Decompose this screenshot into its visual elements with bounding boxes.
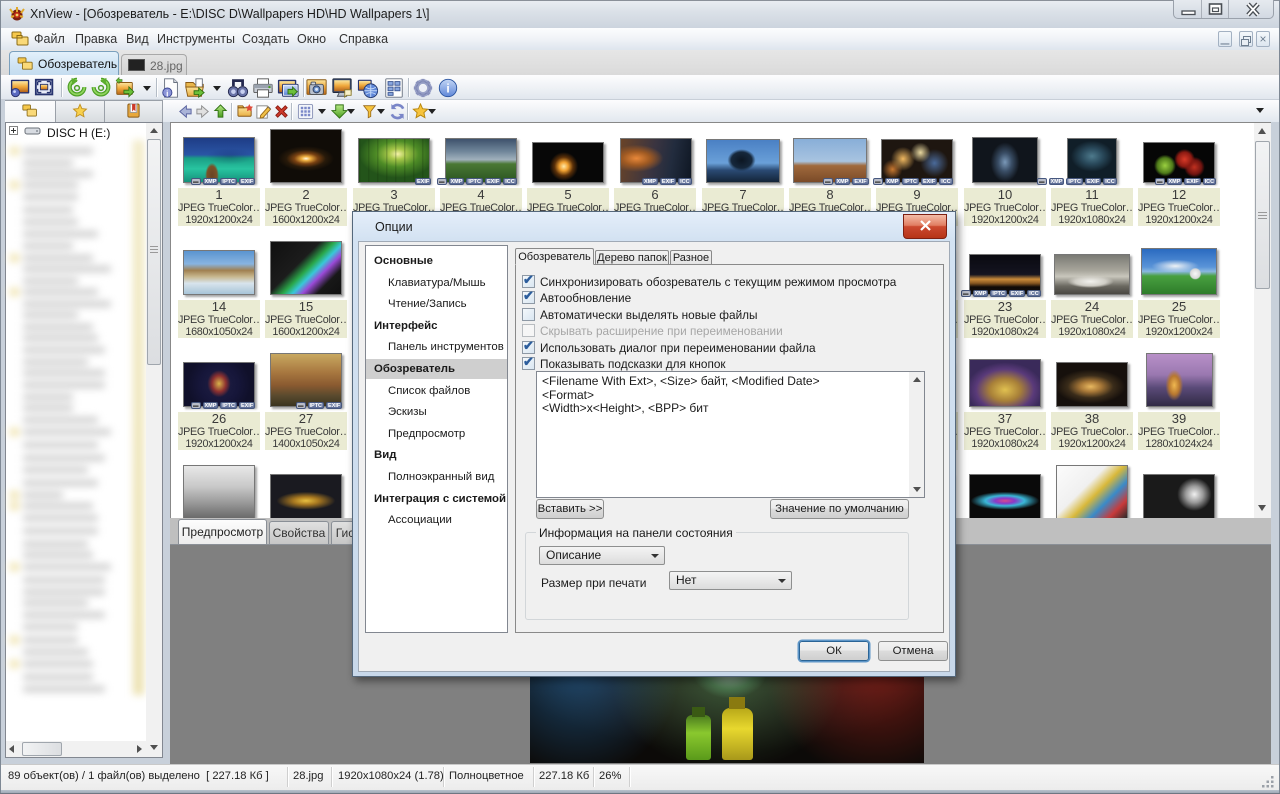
svg-text:i: i bbox=[166, 89, 168, 98]
svg-text:i: i bbox=[446, 82, 449, 96]
